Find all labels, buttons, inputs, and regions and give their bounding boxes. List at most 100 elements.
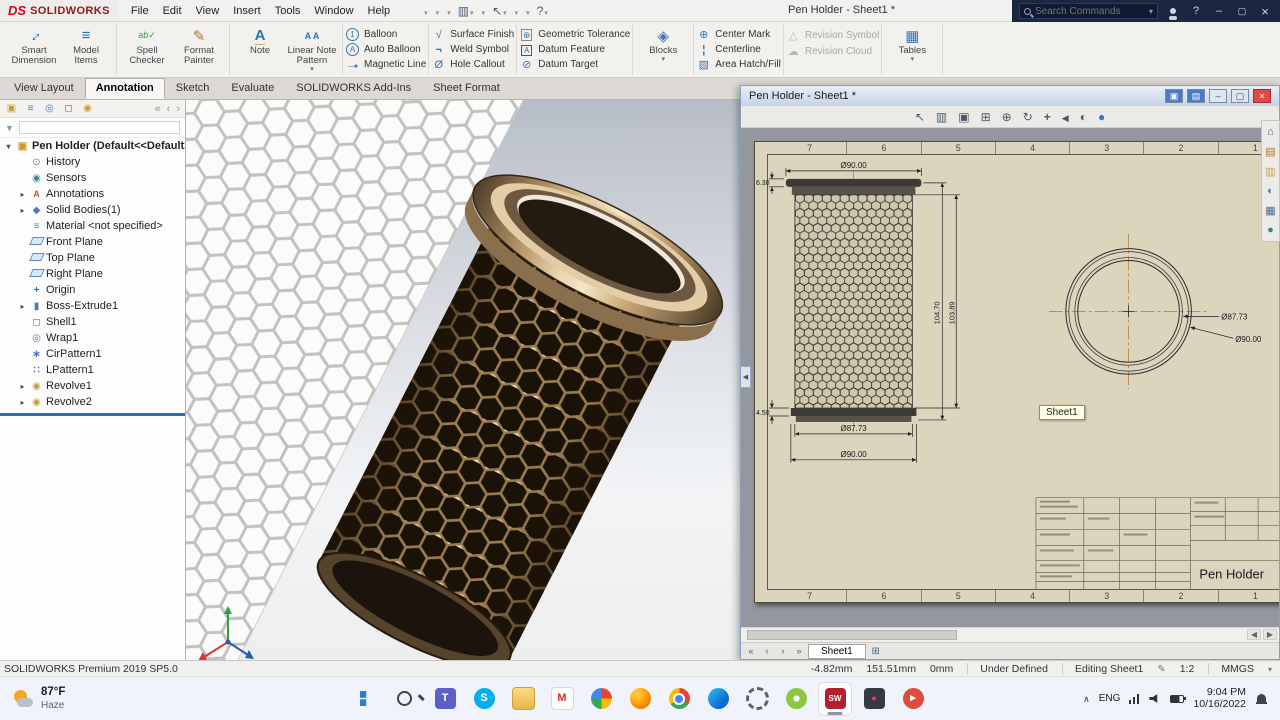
display-manager-tab-icon[interactable]: [81, 103, 94, 114]
task-pane-icon[interactable]: [1267, 185, 1274, 197]
chevron-left-icon[interactable]: ‹: [167, 103, 171, 115]
toolbar-icon[interactable]: [514, 4, 519, 18]
view-tool-icon[interactable]: [1023, 110, 1033, 124]
taskbar-app-button[interactable]: [350, 682, 384, 716]
view-tool-icon[interactable]: [981, 110, 991, 124]
search-box[interactable]: ▾: [1019, 3, 1158, 19]
next-sheet-icon[interactable]: ›: [776, 646, 790, 656]
view-tool-icon[interactable]: [936, 110, 947, 124]
add-sheet-icon[interactable]: ⊞: [868, 646, 884, 657]
volume-icon[interactable]: [1149, 694, 1158, 703]
ribbon-small-button[interactable]: Centerline: [696, 42, 781, 57]
taskbar-app-button[interactable]: [740, 682, 774, 716]
toolbar-icon[interactable]: [435, 4, 440, 18]
toolbar-icon[interactable]: [525, 4, 530, 18]
expand-arrow-icon[interactable]: [18, 302, 27, 311]
blocks-button[interactable]: Blocks: [637, 24, 689, 75]
menu-item[interactable]: Insert: [226, 2, 268, 20]
panel-collapse-arrow[interactable]: ◀: [741, 366, 751, 388]
taskbar-app-button[interactable]: [779, 682, 813, 716]
window-minimize-button[interactable]: –: [1209, 89, 1227, 103]
view-tool-icon[interactable]: [958, 110, 969, 124]
battery-icon[interactable]: [1170, 694, 1187, 703]
taskbar-app-button[interactable]: [506, 682, 540, 716]
ribbon-small-button[interactable]: Revision Cloud: [786, 43, 879, 59]
tree-item[interactable]: CirPattern1: [0, 346, 185, 362]
tray-chevron-up-icon[interactable]: [1083, 693, 1090, 705]
ribbon-small-button[interactable]: Datum Target: [519, 57, 630, 72]
expand-arrow-icon[interactable]: [18, 190, 27, 199]
language-indicator[interactable]: ENG: [1099, 693, 1121, 704]
tree-item[interactable]: LPattern1: [0, 362, 185, 378]
command-tab[interactable]: Annotation: [84, 78, 165, 99]
front-view[interactable]: [785, 169, 922, 435]
prev-sheet-icon[interactable]: ‹: [760, 646, 774, 656]
chevrons-left-icon[interactable]: «: [155, 103, 161, 115]
spell-checker-button[interactable]: Spell Checker: [121, 24, 173, 75]
property-manager-tab-icon[interactable]: [24, 103, 37, 114]
tree-item[interactable]: Boss-Extrude1: [0, 298, 185, 314]
taskbar-app-button[interactable]: [467, 682, 501, 716]
expand-arrow-icon[interactable]: [18, 382, 27, 391]
drawing-sheet[interactable]: 7654321 7654321 Ø90.00 6.30 104.70 103.8…: [754, 141, 1279, 603]
weather-widget[interactable]: 87°F Haze: [0, 686, 77, 712]
format-painter-button[interactable]: Format Painter: [173, 24, 225, 75]
filter-funnel-icon[interactable]: ▼: [5, 123, 14, 133]
drawing-canvas[interactable]: ◀ 7654321 7654321 Ø90.00 6.30 104.70 103…: [741, 128, 1279, 627]
scroll-right-icon[interactable]: ▶: [1263, 629, 1277, 640]
taskbar-app-button[interactable]: [896, 682, 930, 716]
tree-item[interactable]: Right Plane: [0, 266, 185, 282]
tile-window-icon[interactable]: ▤: [1187, 89, 1205, 103]
command-tab[interactable]: View Layout: [3, 78, 85, 99]
notification-bell-icon[interactable]: [1255, 692, 1268, 705]
tree-item[interactable]: Solid Bodies(1): [0, 202, 185, 218]
toolbar-icon[interactable]: [458, 4, 474, 18]
tree-item[interactable]: Origin: [0, 282, 185, 298]
command-tab[interactable]: Sketch: [165, 78, 221, 99]
tree-item[interactable]: Sensors: [0, 170, 185, 186]
taskbar-app-button[interactable]: [428, 682, 462, 716]
chevron-right-icon[interactable]: ›: [176, 103, 180, 115]
taskbar-app-button[interactable]: [584, 682, 618, 716]
ribbon-small-button[interactable]: Magnetic Line: [345, 57, 426, 72]
ribbon-small-button[interactable]: Geometric Tolerance: [519, 27, 630, 42]
help-icon[interactable]: [1188, 5, 1204, 17]
toolbar-icon[interactable]: [423, 4, 428, 18]
feature-tree-tab-icon[interactable]: [5, 103, 18, 114]
close-button[interactable]: [1257, 4, 1273, 19]
task-pane-icon[interactable]: [1265, 204, 1275, 217]
view-tool-icon[interactable]: [1098, 110, 1105, 124]
taskbar-app-button[interactable]: [545, 682, 579, 716]
ribbon-small-button[interactable]: Center Mark: [696, 27, 781, 42]
last-sheet-icon[interactable]: »: [792, 646, 806, 656]
maximize-button[interactable]: [1234, 5, 1250, 17]
dimxpert-manager-tab-icon[interactable]: [62, 103, 75, 114]
graphics-viewport-3d[interactable]: [186, 100, 740, 660]
taskbar-app-button[interactable]: [623, 682, 657, 716]
minimize-button[interactable]: [1211, 5, 1227, 17]
command-tab[interactable]: SOLIDWORKS Add-Ins: [285, 78, 422, 99]
toolbar-icon[interactable]: [492, 4, 507, 18]
clock-widget[interactable]: 9:04 PM 10/16/2022: [1193, 686, 1246, 710]
window-maximize-button[interactable]: ▢: [1231, 89, 1249, 103]
taskbar-app-button[interactable]: [818, 681, 852, 716]
ribbon-small-button[interactable]: Hole Callout: [431, 57, 514, 72]
configuration-manager-tab-icon[interactable]: [43, 103, 56, 114]
scrollbar-thumb[interactable]: [747, 630, 957, 640]
units-dropdown-icon[interactable]: [1268, 663, 1272, 675]
ribbon-small-button[interactable]: Surface Finish: [431, 27, 514, 42]
expand-arrow-icon[interactable]: [18, 206, 27, 215]
tree-root-item[interactable]: Pen Holder (Default<<Default>_Dis: [0, 138, 185, 154]
menu-item[interactable]: File: [124, 2, 156, 20]
display-pane-splitter[interactable]: [0, 413, 185, 416]
ribbon-small-button[interactable]: Revision Symbol: [786, 27, 879, 43]
ribbon-small-button[interactable]: Datum Feature: [519, 42, 630, 57]
view-tool-icon[interactable]: [1062, 110, 1069, 124]
status-scale[interactable]: 1:2: [1180, 663, 1195, 675]
tree-item[interactable]: Top Plane: [0, 250, 185, 266]
taskbar-app-button[interactable]: [857, 682, 891, 716]
ribbon-small-button[interactable]: Auto Balloon: [345, 42, 426, 57]
view-tool-icon[interactable]: [1080, 110, 1087, 124]
task-pane-icon[interactable]: [1265, 165, 1275, 178]
tables-button[interactable]: Tables: [886, 24, 938, 75]
